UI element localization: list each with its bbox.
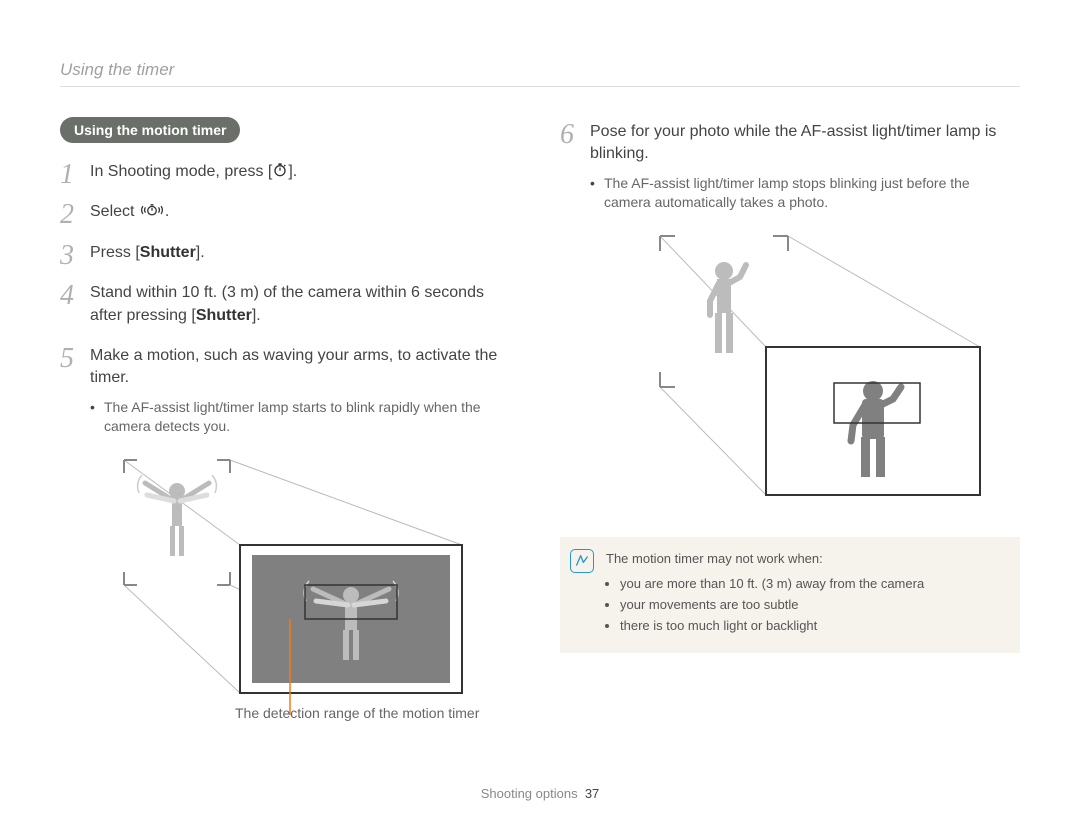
bullet-icon: • (90, 398, 104, 437)
step-number: 5 (60, 339, 74, 378)
step-sub: The AF-assist light/timer lamp starts to… (104, 398, 520, 437)
step-number: 3 (60, 236, 74, 275)
step-text-post: . (165, 203, 169, 220)
page-title: Using the timer (60, 60, 1020, 87)
page-footer: Shooting options 37 (0, 786, 1080, 801)
left-column: Using the motion timer 1 In Shooting mod… (60, 117, 520, 745)
step-text: Stand within 10 ft. (3 m) of the camera … (90, 284, 484, 323)
bullet-icon: • (590, 174, 604, 213)
section-pill: Using the motion timer (60, 117, 240, 143)
step-text: Select (90, 203, 139, 220)
step-bold: Shutter (140, 244, 196, 261)
step-3: 3 Press [Shutter]. (60, 242, 520, 264)
step-1: 1 In Shooting mode, press [ ]. (60, 161, 520, 183)
footer-section: Shooting options (481, 786, 578, 801)
motion-timer-icon (139, 202, 165, 218)
figure-wave-detection: The detection range of the motion timer (60, 455, 520, 745)
step-4: 4 Stand within 10 ft. (3 m) of the camer… (60, 282, 520, 327)
step-bold: Shutter (196, 307, 252, 324)
step-5: 5 Make a motion, such as waving your arm… (60, 345, 520, 437)
note-icon (570, 549, 594, 573)
step-number: 4 (60, 276, 74, 315)
step-text: Pose for your photo while the AF-assist … (590, 123, 996, 162)
note-item: there is too much light or backlight (620, 618, 1002, 633)
figure-caption: The detection range of the motion timer (235, 705, 479, 721)
step-text: Press [ (90, 244, 140, 261)
step-6: 6 Pose for your photo while the AF-assis… (560, 121, 1020, 213)
note-block: The motion timer may not work when: you … (560, 537, 1020, 653)
step-text: Make a motion, such as waving your arms,… (90, 347, 497, 386)
timer-icon (272, 162, 288, 178)
step-sub: The AF-assist light/timer lamp stops bli… (604, 174, 1020, 213)
step-text-post: ]. (288, 163, 297, 180)
note-item: your movements are too subtle (620, 597, 1002, 612)
step-text-post: ]. (252, 307, 261, 324)
step-number: 1 (60, 155, 74, 194)
footer-page: 37 (585, 786, 599, 801)
step-text: In Shooting mode, press [ (90, 163, 272, 180)
step-number: 2 (60, 195, 74, 234)
figure-pose (560, 231, 1020, 531)
note-item: you are more than 10 ft. (3 m) away from… (620, 576, 1002, 591)
step-text-post: ]. (196, 244, 205, 261)
right-column: 6 Pose for your photo while the AF-assis… (560, 117, 1020, 745)
note-heading: The motion timer may not work when: (606, 551, 1002, 566)
step-number: 6 (560, 115, 574, 154)
step-2: 2 Select . (60, 201, 520, 223)
